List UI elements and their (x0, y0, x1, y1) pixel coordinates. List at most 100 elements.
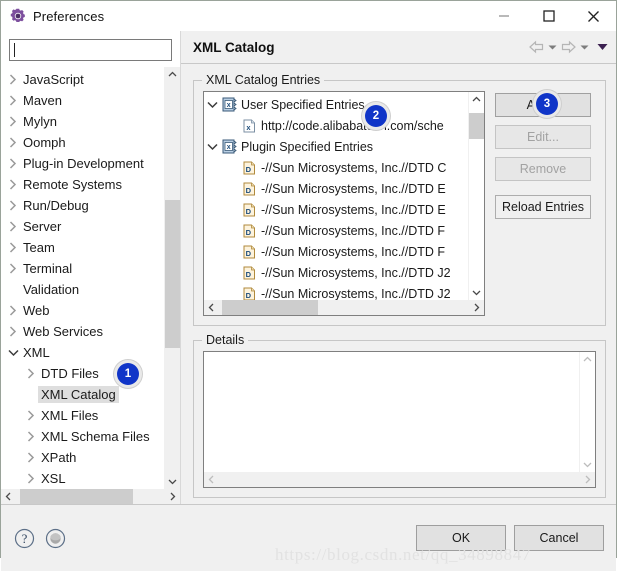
forward-dropdown-icon[interactable] (580, 44, 589, 51)
sidebar-item-maven[interactable]: Maven (1, 90, 164, 111)
scroll-left-icon[interactable] (1, 489, 16, 504)
sidebar-item-team[interactable]: Team (1, 237, 164, 258)
chevron-right-icon[interactable] (5, 137, 21, 148)
chevron-right-icon[interactable] (5, 263, 21, 274)
back-dropdown-icon[interactable] (548, 44, 557, 51)
chevron-right-icon[interactable] (5, 242, 21, 253)
sidebar-item-web-services[interactable]: Web Services (1, 321, 164, 342)
sidebar-scroll-track[interactable] (165, 82, 180, 474)
sidebar-item-xml-schema-files[interactable]: XML Schema Files (1, 426, 164, 447)
ok-button[interactable]: OK (416, 525, 506, 551)
view-menu-icon[interactable] (597, 43, 608, 51)
sidebar-item-javascript[interactable]: JavaScript (1, 69, 164, 90)
sidebar-horizontal-scrollbar[interactable] (1, 489, 180, 504)
close-icon[interactable] (571, 1, 616, 31)
edit-button[interactable]: Edit... (495, 125, 591, 149)
catalog-entry-row[interactable]: D -//Sun Microsystems, Inc.//DTD F (204, 241, 468, 262)
sidebar-item-xml[interactable]: XML (1, 342, 164, 363)
chevron-down-icon[interactable] (204, 101, 220, 109)
catalog-entry-list[interactable]: x User Specified Entries x http://code.alib… (204, 92, 468, 300)
scroll-up-icon[interactable] (165, 67, 180, 82)
catalog-scroll-left-icon[interactable] (204, 300, 219, 315)
sidebar-item-plug-in-development[interactable]: Plug-in Development (1, 153, 164, 174)
sidebar-item-mylyn[interactable]: Mylyn (1, 111, 164, 132)
catalog-entries-tree[interactable]: x User Specified Entries x http://code.alib… (203, 91, 485, 316)
sidebar-item-xml-catalog[interactable]: XML Catalog (1, 384, 164, 405)
details-scroll-right-icon[interactable] (580, 472, 595, 487)
catalog-entry-row[interactable]: D -//Sun Microsystems, Inc.//DTD J2 (204, 262, 468, 283)
chevron-down-icon[interactable] (5, 349, 21, 357)
catalog-entry-row[interactable]: D -//Sun Microsystems, Inc.//DTD E (204, 199, 468, 220)
minimize-icon[interactable] (481, 1, 526, 31)
forward-arrow-icon[interactable] (560, 40, 577, 54)
sidebar-item-dtd-files[interactable]: DTD Files (1, 363, 164, 384)
chevron-right-icon[interactable] (23, 473, 39, 484)
details-horizontal-scrollbar[interactable] (204, 472, 595, 487)
preference-tree[interactable]: JavaScript Maven Mylyn Oomph Plug-in Develop… (1, 67, 164, 489)
sidebar-item-xml-files[interactable]: XML Files (1, 405, 164, 426)
scroll-right-icon[interactable] (165, 489, 180, 504)
catalog-entry-row[interactable]: D -//Sun Microsystems, Inc.//DTD F (204, 220, 468, 241)
catalog-scroll-track[interactable] (469, 107, 484, 285)
cancel-button[interactable]: Cancel (514, 525, 604, 551)
back-arrow-icon[interactable] (528, 40, 545, 54)
sidebar-hscroll-thumb[interactable] (20, 489, 133, 504)
catalog-entry-row[interactable]: x User Specified Entries (204, 94, 468, 115)
sidebar-hscroll-track[interactable] (16, 489, 165, 504)
catalog-scroll-thumb[interactable] (469, 113, 484, 139)
sidebar-item-run-debug[interactable]: Run/Debug (1, 195, 164, 216)
catalog-vertical-scrollbar[interactable] (468, 92, 484, 300)
sidebar-item-web[interactable]: Web (1, 300, 164, 321)
chevron-right-icon[interactable] (23, 410, 39, 421)
details-box[interactable] (203, 351, 596, 488)
details-vertical-scrollbar[interactable] (579, 352, 595, 472)
catalog-scroll-up-icon[interactable] (469, 92, 484, 107)
restore-defaults-icon[interactable] (44, 527, 66, 549)
details-scroll-track[interactable] (580, 367, 595, 457)
scroll-down-icon[interactable] (165, 474, 180, 489)
sidebar-item-server[interactable]: Server (1, 216, 164, 237)
remove-button[interactable]: Remove (495, 157, 591, 181)
chevron-right-icon[interactable] (5, 221, 21, 232)
catalog-scroll-down-icon[interactable] (469, 285, 484, 300)
catalog-scroll-right-icon[interactable] (469, 300, 484, 315)
chevron-right-icon[interactable] (5, 116, 21, 127)
sidebar-item-xpath[interactable]: XPath (1, 447, 164, 468)
details-scroll-left-icon[interactable] (204, 472, 219, 487)
chevron-right-icon[interactable] (5, 158, 21, 169)
catalog-entry-row[interactable]: D -//Sun Microsystems, Inc.//DTD E (204, 178, 468, 199)
details-scroll-down-icon[interactable] (580, 457, 595, 472)
chevron-down-icon[interactable] (204, 143, 220, 151)
sidebar-item-oomph[interactable]: Oomph (1, 132, 164, 153)
details-text-area[interactable] (204, 352, 579, 472)
filter-input[interactable] (15, 43, 167, 57)
chevron-right-icon[interactable] (5, 305, 21, 316)
reload-entries-button[interactable]: Reload Entries (495, 195, 591, 219)
chevron-right-icon[interactable] (5, 74, 21, 85)
sidebar-item-remote-systems[interactable]: Remote Systems (1, 174, 164, 195)
sidebar-item-xsl[interactable]: XSL (1, 468, 164, 489)
chevron-right-icon[interactable] (5, 200, 21, 211)
chevron-right-icon[interactable] (23, 431, 39, 442)
catalog-entry-row[interactable]: D -//Sun Microsystems, Inc.//DTD J2 (204, 283, 468, 300)
catalog-entry-row[interactable]: x http://code.alibabatech.com/sche (204, 115, 468, 136)
sidebar-item-validation[interactable]: Validation (1, 279, 164, 300)
catalog-entry-row[interactable]: D -//Sun Microsystems, Inc.//DTD C (204, 157, 468, 178)
sidebar-vertical-scrollbar[interactable] (164, 67, 180, 489)
chevron-right-icon[interactable] (5, 179, 21, 190)
catalog-hscroll-thumb[interactable] (222, 300, 318, 315)
catalog-horizontal-scrollbar[interactable] (204, 300, 484, 315)
details-hscroll-track[interactable] (219, 472, 580, 487)
details-scroll-up-icon[interactable] (580, 352, 595, 367)
catalog-hscroll-track[interactable] (219, 300, 469, 315)
chevron-right-icon[interactable] (23, 368, 39, 379)
filter-box[interactable] (9, 39, 172, 61)
maximize-icon[interactable] (526, 1, 571, 31)
catalog-entry-row[interactable]: x Plugin Specified Entries (204, 136, 468, 157)
sidebar-item-terminal[interactable]: Terminal (1, 258, 164, 279)
chevron-right-icon[interactable] (23, 452, 39, 463)
chevron-right-icon[interactable] (5, 326, 21, 337)
chevron-right-icon[interactable] (5, 95, 21, 106)
sidebar-scroll-thumb[interactable] (165, 200, 180, 348)
help-question-icon[interactable]: ? (13, 527, 35, 549)
